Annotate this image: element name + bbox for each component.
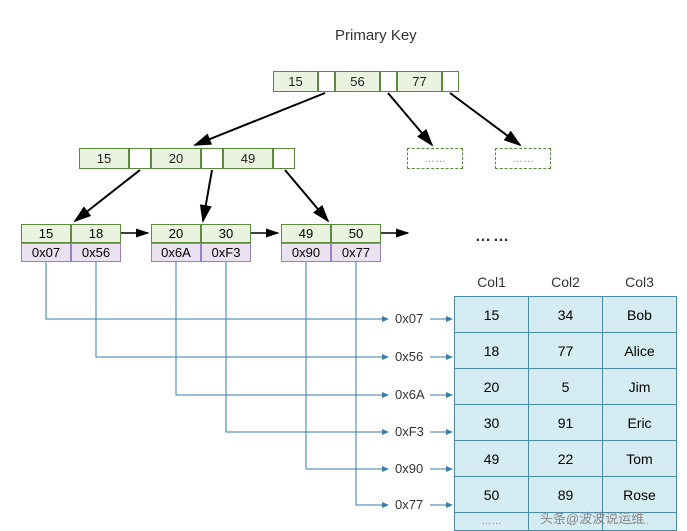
pointer-label: 0x77 [395,497,423,512]
table-row: 3091Eric [455,405,677,441]
table-header: Col3 [603,268,677,297]
pointer-line [356,262,388,505]
arrow-root-to-placeholder [450,93,520,145]
pointer-label: 0xF3 [395,424,424,439]
pointer-label: 0x6A [395,387,425,402]
leaf-pointer: 0x77 [331,243,381,262]
arrow-root-to-internal [195,93,325,145]
root-node: 15 56 77 [273,71,459,92]
pointer-label: 0x90 [395,461,423,476]
table-row: 4922Tom [455,441,677,477]
leaf-key: 50 [331,224,381,243]
internal-node: 15 20 49 [79,148,295,169]
table-header-row: Col1 Col2 Col3 [455,268,677,297]
root-gap [318,71,335,92]
placeholder-node: …… [407,148,463,169]
internal-key: 20 [151,148,201,169]
leaf-node: 20 30 0x6A 0xF3 [151,224,251,262]
leaf-node: 15 18 0x07 0x56 [21,224,121,262]
table-row: 1534Bob [455,297,677,333]
leaf-pointer: 0x90 [281,243,331,262]
pointer-line [96,262,388,357]
pointer-label: 0x56 [395,349,423,364]
pointer-line [176,262,388,395]
arrow-root-to-placeholder [388,93,432,145]
diagram-canvas: Primary Key 15 56 77 15 20 49 …… …… 15 1… [0,0,687,527]
arrow-internal-to-leaf [203,170,212,221]
internal-key: 15 [79,148,129,169]
internal-gap [129,148,151,169]
diagram-title: Primary Key [335,27,417,44]
placeholder-node: …… [495,148,551,169]
leaf-key: 30 [201,224,251,243]
arrow-internal-to-leaf [285,170,328,221]
root-gap [442,71,459,92]
leaf-node: 49 50 0x90 0x77 [281,224,381,262]
table-row: 205Jim [455,369,677,405]
root-gap [380,71,397,92]
watermark-text: 头条@波波说运维 [540,508,644,527]
table-header: Col1 [455,268,529,297]
root-key: 15 [273,71,318,92]
pointer-label: 0x07 [395,311,423,326]
ellipsis: …… [475,228,511,246]
pointer-line [226,262,388,432]
leaf-key: 18 [71,224,121,243]
root-key: 77 [397,71,442,92]
root-key: 56 [335,71,380,92]
internal-key: 49 [223,148,273,169]
leaf-key: 15 [21,224,71,243]
leaf-pointer: 0x6A [151,243,201,262]
pointer-line [46,262,388,319]
arrow-internal-to-leaf [75,170,140,221]
pointer-line [306,262,388,469]
leaf-key: 20 [151,224,201,243]
data-table: Col1 Col2 Col3 1534Bob 1877Alice 205Jim … [454,268,677,531]
table-header: Col2 [529,268,603,297]
table-row: 1877Alice [455,333,677,369]
leaf-pointer: 0x56 [71,243,121,262]
leaf-key: 49 [281,224,331,243]
leaf-pointer: 0x07 [21,243,71,262]
internal-gap [201,148,223,169]
leaf-pointer: 0xF3 [201,243,251,262]
internal-gap [273,148,295,169]
